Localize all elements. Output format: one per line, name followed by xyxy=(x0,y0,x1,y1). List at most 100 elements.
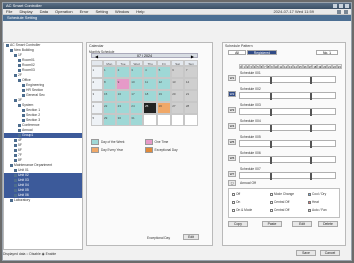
calendar-day-cell[interactable]: 23 xyxy=(116,102,130,114)
menu-data[interactable]: Data xyxy=(40,9,48,14)
pattern-number-select[interactable]: No. 1 xyxy=(316,50,338,55)
mode-swatch xyxy=(232,200,235,204)
schedule-timeline[interactable] xyxy=(239,140,336,148)
timeline-marker[interactable] xyxy=(310,77,312,84)
timeline-marker[interactable] xyxy=(270,93,272,100)
delete-button[interactable]: Delete xyxy=(318,221,338,227)
schedule-timeline[interactable] xyxy=(239,172,336,180)
schedule-select-button[interactable]: W5 xyxy=(228,139,236,145)
schedule-select-button[interactable]: W2 xyxy=(228,91,236,97)
tab-all[interactable]: All xyxy=(228,50,246,55)
timeline-marker[interactable] xyxy=(310,109,312,116)
disable-radio[interactable]: ○ Disable xyxy=(26,252,40,256)
calendar-day-cell[interactable]: 30 xyxy=(116,114,130,126)
schedule-select-button[interactable]: W7 xyxy=(228,171,236,177)
calendar-day-cell[interactable]: 12 xyxy=(157,78,171,90)
next-month-icon[interactable]: ▶ xyxy=(191,54,194,59)
tab-registered[interactable]: Registered xyxy=(247,50,277,55)
menu-file[interactable]: File xyxy=(6,9,12,14)
calendar-day-cell[interactable]: 27 xyxy=(170,102,185,114)
schedule-timeline[interactable] xyxy=(239,124,336,132)
schedule-select-button[interactable]: W6 xyxy=(228,155,236,161)
calendar-day-cell[interactable]: 2 xyxy=(116,66,130,78)
mode-swatch xyxy=(232,192,235,196)
timeline-marker[interactable] xyxy=(270,109,272,116)
toolbar-icon[interactable] xyxy=(337,10,341,14)
schedule-timeline[interactable] xyxy=(239,108,336,116)
calendar-day-cell[interactable]: 16 xyxy=(116,90,130,102)
calendar-day-cell[interactable] xyxy=(170,114,185,126)
calendar-edit-button[interactable]: Edit xyxy=(183,234,199,240)
timeline-marker[interactable] xyxy=(310,125,312,132)
prev-month-icon[interactable]: ◀ xyxy=(95,54,98,59)
schedule-timeline[interactable] xyxy=(239,156,336,164)
hour-label: 23 xyxy=(336,64,342,69)
menu-help[interactable]: Help xyxy=(136,9,144,14)
enable-radio[interactable]: ◉ Enable xyxy=(42,252,56,256)
timeline-marker[interactable] xyxy=(310,157,312,164)
calendar-day-cell[interactable]: 26 xyxy=(157,102,171,114)
timeline-marker[interactable] xyxy=(310,141,312,148)
calendar-day-cell[interactable]: 25 xyxy=(143,102,158,114)
timeline-marker[interactable] xyxy=(310,93,312,100)
calendar-day-cell[interactable]: 13 xyxy=(170,78,185,90)
calendar-day-cell[interactable]: 6 xyxy=(170,66,185,78)
calendar-day-cell[interactable]: 5 xyxy=(157,66,171,78)
menu-setting[interactable]: Setting xyxy=(96,9,108,14)
calendar-day-cell[interactable]: 11 xyxy=(143,78,158,90)
maximize-icon[interactable] xyxy=(339,4,343,8)
calendar-day-cell[interactable]: 28 xyxy=(184,102,198,114)
calendar-day-cell[interactable]: 15 xyxy=(102,90,117,102)
tree-item-label: Maintenance Department xyxy=(14,163,53,167)
tree-item[interactable]: Laboratory xyxy=(4,198,82,203)
copy-button[interactable]: Copy xyxy=(228,221,248,227)
calendar-day-cell[interactable]: 10 xyxy=(129,78,144,90)
timeline-marker[interactable] xyxy=(270,77,272,84)
calendar-day-cell[interactable]: 18 xyxy=(143,90,158,102)
calendar-day-cell[interactable]: 4 xyxy=(143,66,158,78)
menu-display[interactable]: Display xyxy=(19,9,32,14)
schedule-timeline[interactable] xyxy=(239,92,336,100)
calendar-day-cell[interactable]: 8 xyxy=(102,78,117,90)
calendar-day-cell[interactable]: 22 xyxy=(102,102,117,114)
calendar-day-cell[interactable]: 14 xyxy=(184,78,198,90)
tree-item-label: Unit 02 xyxy=(18,173,29,177)
calendar-day-cell[interactable]: 29 xyxy=(102,114,117,126)
minimize-icon[interactable] xyxy=(333,4,337,8)
calendar-day-cell[interactable]: 20 xyxy=(170,90,185,102)
timeline-marker[interactable] xyxy=(270,125,272,132)
schedule-select-button[interactable]: W4 xyxy=(228,123,236,129)
schedule-select-button[interactable]: W3 xyxy=(228,107,236,113)
save-button[interactable]: Save xyxy=(296,250,316,256)
toolbar-icon[interactable] xyxy=(344,10,348,14)
timeline-marker[interactable] xyxy=(270,157,272,164)
calendar-day-cell[interactable]: 7 xyxy=(184,66,198,78)
tree-item-label: Unit 04 xyxy=(18,183,29,187)
paste-button[interactable]: Paste xyxy=(262,221,282,227)
calendar-day-cell[interactable]: 31 xyxy=(129,114,144,126)
cancel-button[interactable]: Cancel xyxy=(320,250,340,256)
schedule-timeline[interactable] xyxy=(239,76,336,84)
menu-error[interactable]: Error xyxy=(80,9,89,14)
timeline-marker[interactable] xyxy=(270,173,272,180)
folder-icon xyxy=(10,48,13,52)
calendar-day-cell[interactable]: 3 xyxy=(129,66,144,78)
calendar-day-cell[interactable] xyxy=(143,114,158,126)
calendar-day-cell[interactable] xyxy=(157,114,171,126)
calendar-day-cell[interactable]: 1 xyxy=(102,66,117,78)
menu-operation[interactable]: Operation xyxy=(55,9,73,14)
annual-off-button[interactable]: ◻ xyxy=(228,180,236,186)
calendar-day-cell[interactable] xyxy=(184,114,198,126)
menu-window[interactable]: Window xyxy=(115,9,129,14)
timeline-marker[interactable] xyxy=(270,141,272,148)
calendar-day-cell[interactable]: 21 xyxy=(184,90,198,102)
tree-item-label: Annual xyxy=(22,128,33,132)
schedule-select-button[interactable]: W1 xyxy=(228,75,236,81)
calendar-day-cell[interactable]: 24 xyxy=(129,102,144,114)
timeline-marker[interactable] xyxy=(310,173,312,180)
calendar-day-cell[interactable]: 9 xyxy=(116,78,130,90)
calendar-day-cell[interactable]: 19 xyxy=(157,90,171,102)
close-icon[interactable] xyxy=(345,4,349,8)
calendar-day-cell[interactable]: 17 xyxy=(129,90,144,102)
edit-button[interactable]: Edit xyxy=(292,221,312,227)
